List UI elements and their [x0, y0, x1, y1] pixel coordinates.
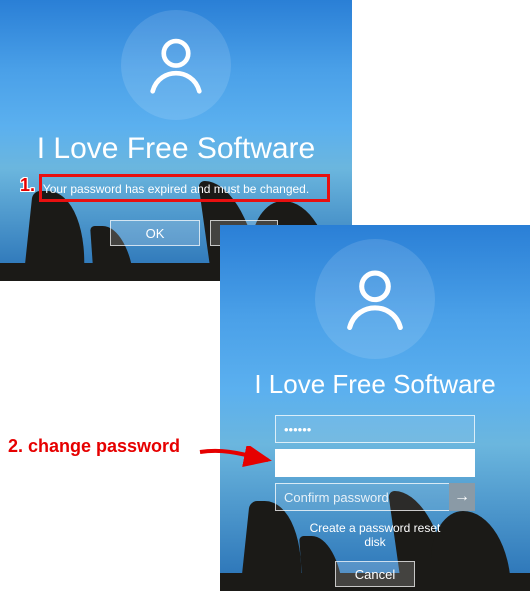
account-name: I Love Free Software — [220, 369, 530, 400]
person-icon — [141, 30, 211, 100]
person-icon — [337, 261, 413, 337]
old-password-input[interactable] — [275, 415, 475, 443]
annotation-step-2: 2. change password — [8, 436, 180, 457]
password-expired-message: Your password has expired and must be ch… — [43, 182, 309, 196]
account-name: I Love Free Software — [0, 132, 352, 166]
user-avatar — [121, 10, 231, 120]
new-password-input[interactable] — [275, 449, 475, 477]
confirm-password-input[interactable] — [275, 483, 475, 511]
ok-button[interactable]: OK — [110, 220, 200, 246]
login-change-password-panel: I Love Free Software → Create a password… — [220, 225, 530, 591]
arrow-right-icon: → — [454, 488, 470, 506]
cancel-button[interactable]: Cancel — [335, 561, 415, 587]
create-reset-disk-link[interactable]: Create a password reset disk — [298, 521, 453, 549]
user-avatar — [315, 239, 435, 359]
submit-button[interactable]: → — [449, 483, 475, 511]
